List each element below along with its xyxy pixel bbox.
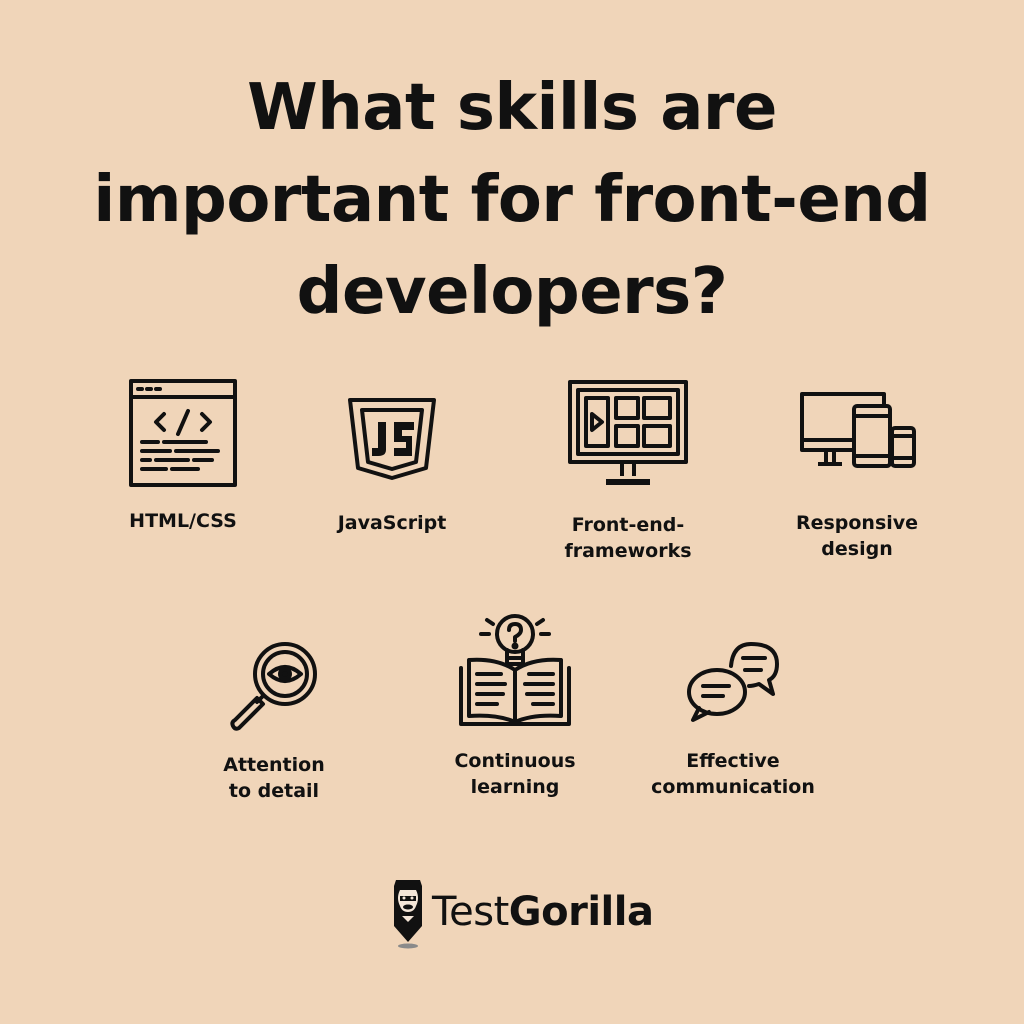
skill-label: JavaScript xyxy=(337,512,447,534)
skill-label: Responsive design xyxy=(795,512,919,560)
brand-logo: TestGorilla xyxy=(386,876,654,950)
skill-label: Continuous learning xyxy=(454,750,576,798)
brand-name-light: Test xyxy=(432,889,509,935)
javascript-shield-icon xyxy=(348,398,436,480)
skill-learning: Continuous learning xyxy=(395,612,635,800)
brand-name-bold: Gorilla xyxy=(508,889,654,935)
skill-frameworks: Front-end- frameworks xyxy=(508,380,748,564)
skill-html-css: HTML/CSS xyxy=(63,378,303,534)
gorilla-pencil-logo xyxy=(394,880,422,949)
magnifier-eye-icon xyxy=(230,642,317,731)
skill-label: Attention to detail xyxy=(223,754,325,802)
chat-bubbles-icon xyxy=(687,642,779,722)
skill-communication: Effective communication xyxy=(613,640,853,800)
devices-icon xyxy=(800,392,916,468)
skill-label: Effective communication xyxy=(651,750,815,798)
book-lightbulb-icon xyxy=(459,614,571,726)
skill-attention: Attention to detail xyxy=(154,640,394,804)
skill-label: HTML/CSS xyxy=(129,510,237,532)
title-line-3: developers? xyxy=(296,255,728,329)
brand-name: TestGorilla xyxy=(432,888,654,936)
page-title: What skills are important for front-end … xyxy=(0,62,1024,338)
code-window-icon xyxy=(129,379,237,487)
skill-responsive: Responsive design xyxy=(737,390,977,562)
skill-javascript: JavaScript xyxy=(272,398,512,536)
title-line-1: What skills are xyxy=(247,71,777,145)
monitor-layout-icon xyxy=(568,380,688,485)
title-line-2: important for front-end xyxy=(93,163,931,237)
skill-label: Front-end- frameworks xyxy=(564,514,692,562)
